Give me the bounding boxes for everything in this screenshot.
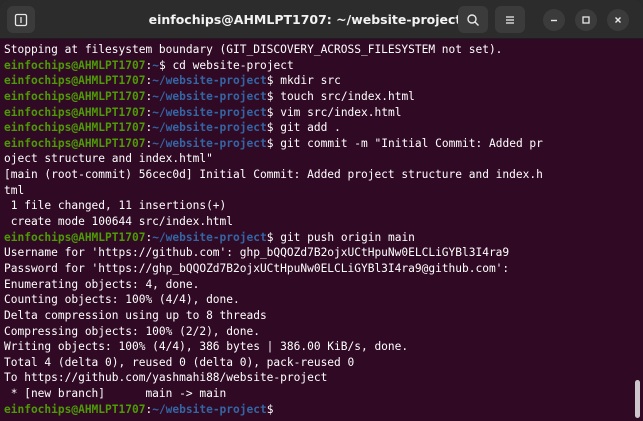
prompt-dollar: $ [266, 105, 281, 119]
prompt-dollar: $ [266, 230, 281, 244]
close-button[interactable] [607, 9, 629, 31]
prompt-user-host: einfochips@AHMLPT1707 [4, 136, 146, 150]
prompt-path: ~/website-project [152, 402, 267, 416]
command-text: touch src/index.html [280, 89, 415, 103]
prompt-path: ~/website-project [152, 121, 267, 135]
prompt-dollar: $ [158, 58, 173, 72]
window-title: einfochips@AHMLPT1707: ~/website-project [148, 12, 462, 27]
maximize-icon [582, 16, 590, 24]
output-line: 1 file changed, 11 insertions(+) [4, 199, 227, 213]
prompt-user-host: einfochips@AHMLPT1707 [4, 105, 146, 119]
output-line: Delta compression using up to 8 threads [4, 308, 267, 322]
prompt-line: einfochips@AHMLPT1707:~/website-project$ [4, 402, 628, 418]
output-line: [main (root-commit) 56cec0d] Initial Com… [4, 168, 543, 182]
command-text: git commit -m "Initial Commit: Added pr [280, 136, 543, 150]
prompt-dollar: $ [266, 74, 281, 88]
prompt-line: einfochips@AHMLPT1707:~/website-project$… [4, 136, 628, 152]
prompt-user-host: einfochips@AHMLPT1707 [4, 230, 146, 244]
minimize-icon [551, 19, 557, 22]
hamburger-menu-icon [506, 15, 514, 24]
close-icon [615, 17, 621, 23]
output-line: Total 4 (delta 0), reused 0 (delta 0), p… [4, 355, 355, 369]
output-line: Enumerating objects: 4, done. [4, 277, 200, 291]
prompt-dollar: $ [266, 136, 281, 150]
prompt-dollar: $ [266, 402, 281, 416]
prompt-path: ~/website-project [152, 230, 267, 244]
output-line: Counting objects: 100% (4/4), done. [4, 293, 240, 307]
command-text: mkdir src [280, 74, 341, 88]
prompt-line: einfochips@AHMLPT1707:~$ cd website-proj… [4, 58, 628, 74]
search-button[interactable] [458, 6, 488, 33]
new-tab-icon [14, 13, 28, 26]
output-line: Stopping at filesystem boundary (GIT_DIS… [4, 43, 503, 56]
prompt-path: ~/website-project [152, 89, 267, 103]
prompt-path: ~ [152, 58, 159, 72]
output-line: Password for 'https://ghp_bQQOZd7B2ojxUC… [4, 261, 510, 275]
scrollbar[interactable] [635, 380, 640, 418]
prompt-user-host: einfochips@AHMLPT1707 [4, 121, 146, 135]
output-line: Username for 'https://github.com': ghp_b… [4, 246, 510, 260]
output-line: * [new branch] main -> main [4, 387, 227, 401]
output-line: To https://github.com/yashmahi88/website… [4, 371, 328, 385]
output-line: tml [4, 183, 25, 197]
prompt-line: einfochips@AHMLPT1707:~/website-project$… [4, 230, 628, 246]
prompt-user-host: einfochips@AHMLPT1707 [4, 58, 146, 72]
output-line: oject structure and index.html" [4, 152, 213, 166]
prompt-path: ~/website-project [152, 74, 267, 88]
output-line: Compressing objects: 100% (2/2), done. [4, 324, 260, 338]
prompt-line: einfochips@AHMLPT1707:~/website-project$… [4, 120, 628, 136]
prompt-dollar: $ [266, 121, 281, 135]
prompt-path: ~/website-project [152, 105, 267, 119]
prompt-dollar: $ [266, 89, 281, 103]
new-tab-button[interactable] [7, 6, 35, 33]
terminal-lines: Stopping at filesystem boundary (GIT_DIS… [4, 42, 628, 417]
search-icon [467, 13, 479, 26]
prompt-user-host: einfochips@AHMLPT1707 [4, 89, 146, 103]
terminal-window: einfochips@AHMLPT1707: ~/website-project [0, 0, 643, 421]
prompt-line: einfochips@AHMLPT1707:~/website-project$… [4, 89, 628, 105]
prompt-path: ~/website-project [152, 136, 267, 150]
output-line: Writing objects: 100% (4/4), 386 bytes |… [4, 340, 409, 354]
command-text: vim src/index.html [280, 105, 402, 119]
output-line: create mode 100644 src/index.html [4, 215, 234, 229]
menu-button[interactable] [495, 6, 525, 33]
prompt-user-host: einfochips@AHMLPT1707 [4, 402, 146, 416]
command-text: git add . [280, 121, 341, 135]
prompt-user-host: einfochips@AHMLPT1707 [4, 74, 146, 88]
header-bar: einfochips@AHMLPT1707: ~/website-project [0, 0, 643, 39]
maximize-button[interactable] [575, 9, 597, 31]
minimize-button[interactable] [543, 9, 565, 31]
prompt-line: einfochips@AHMLPT1707:~/website-project$… [4, 105, 628, 121]
prompt-line: einfochips@AHMLPT1707:~/website-project$… [4, 73, 628, 89]
terminal-output[interactable]: Stopping at filesystem boundary (GIT_DIS… [0, 40, 643, 421]
command-text: git push origin main [280, 230, 415, 244]
command-text: cd website-project [172, 58, 294, 72]
